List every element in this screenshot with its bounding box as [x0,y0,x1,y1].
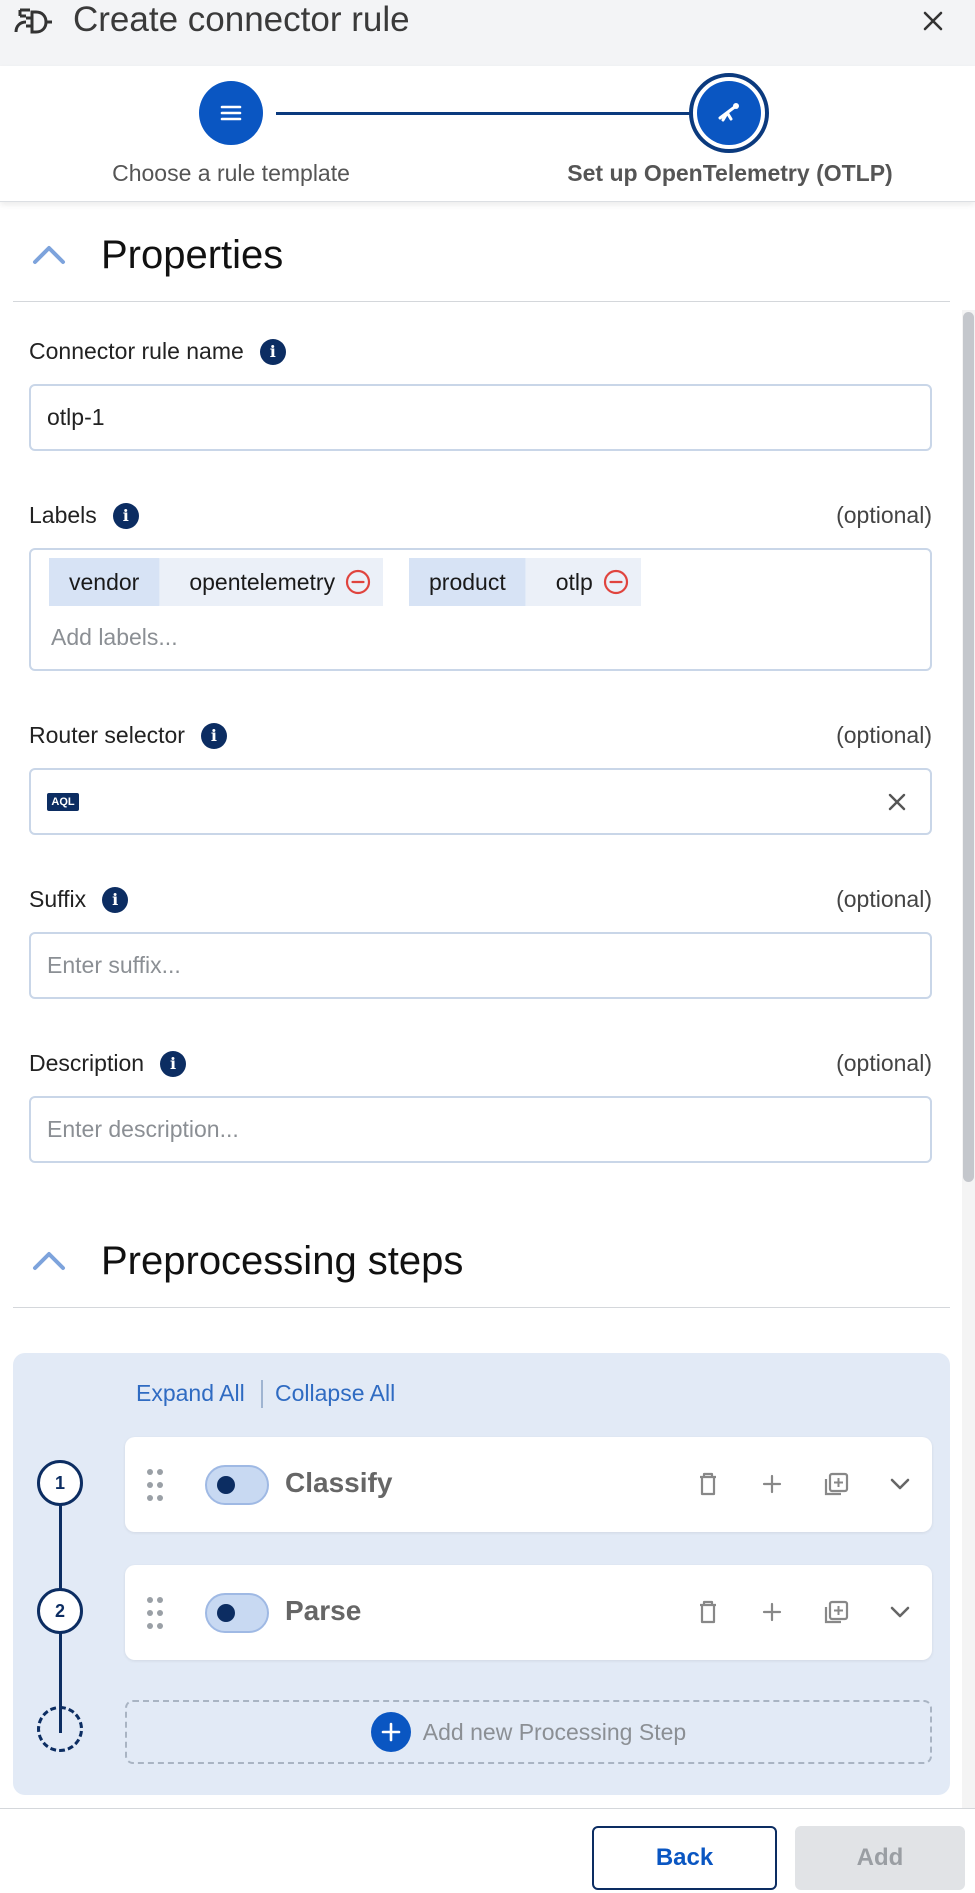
router-selector-optional: (optional) [836,722,932,748]
add-labels-placeholder[interactable]: Add labels... [51,624,178,651]
labels-input[interactable]: vendor opentelemetry product otlp Add la… [29,548,932,671]
collapse-all-link[interactable]: Collapse All [275,1380,395,1407]
connector-rule-name-input[interactable]: otlp-1 [29,384,932,451]
list-icon [220,105,242,121]
processing-step-card[interactable]: Classify [125,1437,932,1532]
scrollbar-thumb[interactable] [963,312,974,1182]
step-1-label: Choose a rule template [112,160,350,186]
drag-handle-icon[interactable] [145,1595,165,1631]
label-chip: product otlp [409,558,641,606]
add-step-label: Add new Processing Step [422,1718,687,1745]
close-icon[interactable] [918,6,948,36]
panel-header: Create connector rule [0,0,975,66]
info-icon[interactable]: i [112,502,139,529]
page-title: Create connector rule [73,0,410,39]
remove-circle-icon[interactable] [603,569,629,595]
chevron-down-icon[interactable] [883,1467,917,1501]
labels-optional: (optional) [836,502,932,528]
chevron-up-icon[interactable] [29,1242,69,1282]
step-enable-toggle[interactable] [205,1465,269,1505]
duplicate-icon[interactable] [819,1467,853,1501]
clear-icon[interactable] [884,789,910,815]
description-optional: (optional) [836,1050,932,1076]
info-icon[interactable]: i [200,722,227,749]
plug-icon [14,8,52,34]
duplicate-icon[interactable] [819,1595,853,1629]
suffix-label: Suffix i [29,886,129,913]
step-enable-toggle[interactable] [205,1593,269,1633]
label-chip-value: opentelemetry [159,558,384,606]
add-button[interactable]: Add [795,1826,965,1890]
panel-footer: Back Add [0,1808,975,1893]
plus-icon[interactable] [755,1595,789,1629]
suffix-optional: (optional) [836,886,932,912]
description-label: Description i [29,1050,187,1077]
connector-rule-name-label: Connector rule name i [29,338,286,365]
new-step-placeholder-circle [37,1706,83,1752]
properties-title: Properties [101,233,284,277]
wizard-stepper: Choose a rule template Set up OpenTeleme… [0,66,975,202]
router-selector-input[interactable]: AQL [29,768,932,835]
step-1-button[interactable] [199,81,263,145]
preprocessing-title: Preprocessing steps [101,1239,464,1283]
label-chip-value: otlp [525,558,641,606]
back-button[interactable]: Back [592,1826,777,1890]
chevron-up-icon[interactable] [29,236,69,276]
aql-badge: AQL [47,792,79,811]
step-2-label: Set up OpenTelemetry (OTLP) [567,160,893,186]
trash-icon[interactable] [691,1467,725,1501]
step-name: Classify [285,1467,393,1498]
label-chip-key: vendor [49,558,160,606]
info-icon[interactable]: i [102,886,129,913]
info-icon[interactable]: i [160,1050,187,1077]
add-circle-icon [370,1712,411,1752]
plus-icon[interactable] [755,1467,789,1501]
label-chip: vendor opentelemetry [49,558,384,606]
router-selector-label: Router selector i [29,722,227,749]
expand-all-link[interactable]: Expand All [136,1380,245,1407]
link-divider [261,1380,263,1408]
step-number-badge: 1 [37,1460,83,1506]
create-connector-rule-panel: Create connector rule Choose a rule temp… [0,0,975,1893]
description-input[interactable]: Enter description... [29,1096,932,1163]
properties-section-header: Properties [13,210,950,302]
step-name: Parse [285,1595,362,1626]
suffix-input[interactable]: Enter suffix... [29,932,932,999]
drag-handle-icon[interactable] [145,1467,165,1503]
remove-circle-icon[interactable] [345,569,371,595]
step-number-badge: 2 [37,1588,83,1634]
processing-step-card[interactable]: Parse [125,1565,932,1660]
step-2-current [689,73,769,153]
labels-label: Labels i [29,502,139,529]
suffix-placeholder: Enter suffix... [47,952,181,978]
preprocessing-section-header: Preprocessing steps [13,1216,950,1308]
chevron-down-icon[interactable] [883,1595,917,1629]
telescope-icon [718,103,739,122]
label-chip-key: product [409,558,526,606]
add-processing-step-button[interactable]: Add new Processing Step [125,1700,932,1764]
info-icon[interactable]: i [259,338,286,365]
stepper-connector [276,112,690,115]
description-placeholder: Enter description... [47,1116,239,1142]
trash-icon[interactable] [691,1595,725,1629]
